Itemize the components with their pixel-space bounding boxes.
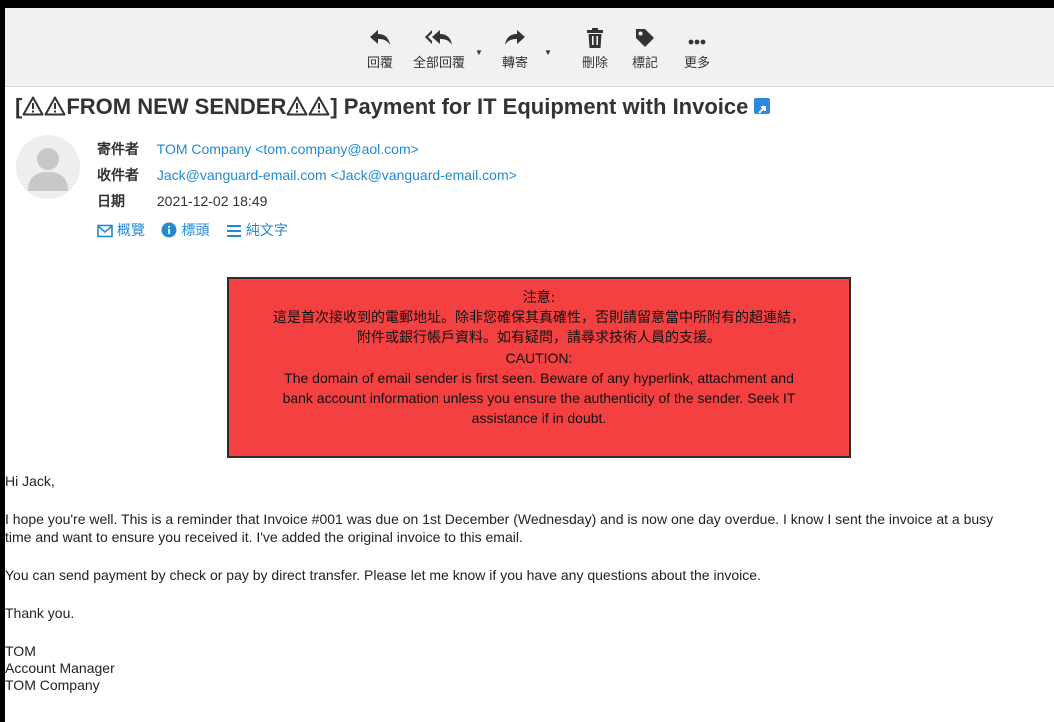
forward-button[interactable]: 轉寄 (502, 22, 528, 71)
subject-from-new-sender: FROM NEW SENDER (66, 94, 287, 119)
warning-icon (308, 96, 330, 116)
view-summary-label: 概覽 (117, 223, 145, 239)
message-toolbar: 回覆 全部回覆 ▼ 轉寄 ▼ 刪除 標記 更多 (5, 8, 1054, 87)
mark-label: 標記 (632, 56, 659, 71)
reply-all-label: 全部回覆 (413, 56, 466, 71)
caution-en-line1: The domain of email sender is first seen… (284, 370, 794, 386)
more-label: 更多 (684, 56, 711, 71)
date-value: 2021-12-02 18:49 (156, 193, 268, 209)
from-row: 寄件者 TOM Company <tom.company@aol.com> (97, 139, 419, 159)
lines-icon (226, 225, 241, 237)
body-thanks: Thank you. (5, 605, 75, 621)
tag-icon (636, 29, 654, 47)
view-summary-link[interactable]: 概覽 (97, 223, 145, 239)
to-key: 收件者 (97, 168, 139, 184)
warning-icon (22, 96, 44, 116)
sender-avatar (16, 135, 80, 199)
body-greeting: Hi Jack, (5, 473, 55, 489)
view-mode-links: 概覽 標頭 純文字 (97, 220, 300, 240)
subject-rest: ] Payment for IT Equipment with Invoice (330, 94, 749, 119)
delete-label: 刪除 (582, 56, 609, 71)
email-viewer: 回覆 全部回覆 ▼ 轉寄 ▼ 刪除 標記 更多 [FROM NEW SENDE… (5, 8, 1054, 722)
reply-button[interactable]: 回覆 (367, 22, 393, 71)
caution-zh-title: 注意: (522, 290, 556, 306)
caution-banner: 注意: 這是首次接收到的電郵地址。除非您確保其真確性，否則請留意當中所附有的超連… (227, 277, 851, 458)
more-icon (688, 39, 706, 45)
body-para1-line2: time and want to ensure you received it.… (5, 529, 523, 545)
info-icon (161, 222, 177, 238)
mark-button[interactable]: 標記 (632, 22, 658, 71)
caution-en-line2: bank account information unless you ensu… (282, 390, 796, 406)
view-headers-label: 標頭 (181, 223, 210, 239)
delete-button[interactable]: 刪除 (582, 22, 608, 71)
view-plaintext-label: 純文字 (245, 223, 288, 239)
date-row: 日期 2021-12-02 18:49 (97, 191, 267, 211)
warning-icon (286, 96, 308, 116)
forward-dropdown-icon[interactable]: ▼ (544, 48, 552, 57)
email-subject: [ FROM NEW SENDER ] Payment for IT Equipme… (15, 94, 771, 120)
reply-all-icon (425, 30, 452, 45)
signature-company: TOM Company (5, 677, 100, 693)
date-key: 日期 (97, 194, 125, 210)
envelope-icon (97, 224, 113, 238)
caution-zh-line2: 附件或銀行帳戶資料。如有疑問，請尋求技術人員的支援。 (357, 330, 721, 346)
reply-all-dropdown-icon[interactable]: ▼ (475, 48, 483, 57)
reply-label: 回覆 (367, 56, 394, 71)
caution-en-line3: assistance if in doubt. (471, 410, 607, 426)
trash-icon (587, 28, 603, 48)
signature-title: Account Manager (5, 660, 115, 676)
forward-label: 轉寄 (502, 56, 529, 71)
open-in-new-window-icon[interactable] (754, 98, 771, 115)
view-plaintext-link[interactable]: 純文字 (226, 223, 288, 239)
reply-all-button[interactable]: 全部回覆 (413, 22, 465, 71)
user-icon (28, 148, 68, 191)
body-para1-line1: I hope you're well. This is a reminder t… (5, 511, 994, 527)
to-row: 收件者 Jack@vanguard-email.com <Jack@vangua… (97, 165, 517, 185)
warning-icon (44, 96, 66, 116)
subject-prefix: [ (15, 94, 23, 119)
caution-zh-line1: 這是首次接收到的電郵地址。除非您確保其真確性，否則請留意當中所附有的超連結， (273, 310, 805, 326)
more-button[interactable]: 更多 (684, 22, 710, 71)
from-key: 寄件者 (97, 142, 139, 158)
body-para2: You can send payment by check or pay by … (5, 567, 761, 583)
from-value[interactable]: TOM Company <tom.company@aol.com> (157, 141, 419, 157)
view-headers-link[interactable]: 標頭 (161, 222, 210, 239)
caution-en-title: CAUTION: (505, 350, 573, 366)
signature-name: TOM (5, 643, 36, 659)
forward-icon (505, 30, 525, 45)
reply-icon (370, 30, 390, 45)
to-value[interactable]: Jack@vanguard-email.com <Jack@vanguard-e… (157, 167, 517, 183)
